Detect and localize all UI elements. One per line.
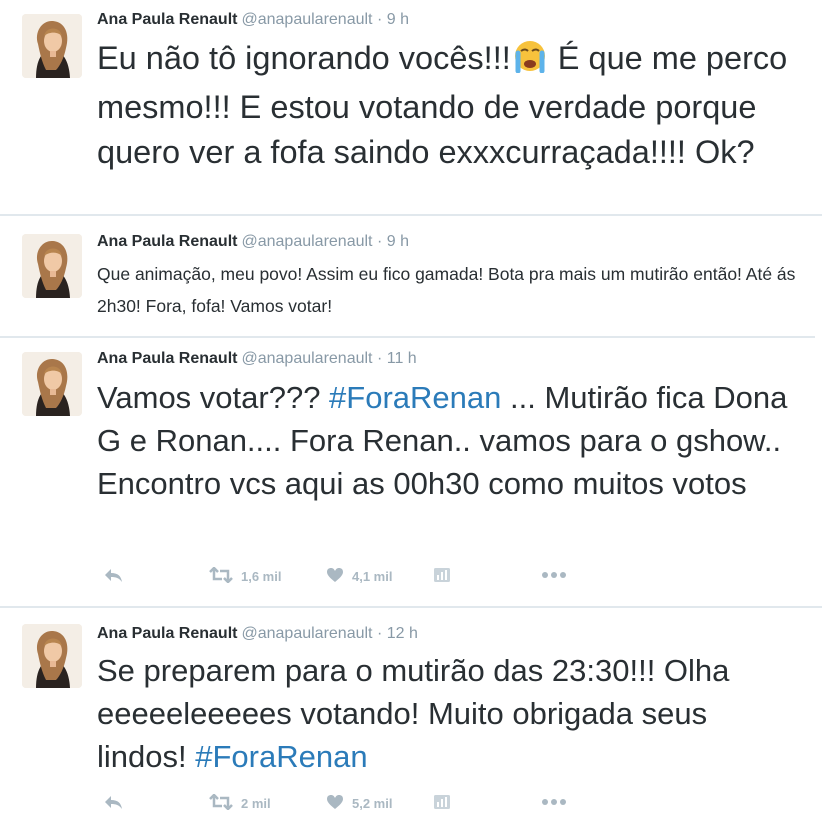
loudly-crying-face-icon bbox=[511, 39, 549, 85]
tweet-header: Ana Paula Renault @anapaularenault · 11 h bbox=[97, 350, 417, 368]
tweet-header: Ana Paula Renault @anapaularenault · 9 h bbox=[97, 233, 409, 251]
tweet-text: Vamos votar??? #ForaRenan ... Mutirão fi… bbox=[97, 380, 788, 501]
tweet-3[interactable]: Ana Paula Renault @anapaularenault · 11 h… bbox=[0, 338, 822, 606]
timestamp[interactable]: · 9 h bbox=[377, 11, 409, 28]
timestamp[interactable]: · 11 h bbox=[377, 350, 417, 367]
like-count: 4,1 mil bbox=[352, 569, 393, 584]
tweet-2[interactable]: Ana Paula Renault @anapaularenault · 9 h … bbox=[0, 216, 822, 336]
reply-button[interactable] bbox=[103, 794, 123, 813]
timestamp[interactable]: · 9 h bbox=[377, 233, 409, 250]
author-name[interactable]: Ana Paula Renault bbox=[97, 350, 237, 367]
more-button[interactable] bbox=[541, 567, 567, 582]
more-icon bbox=[541, 567, 567, 582]
analytics-icon bbox=[433, 567, 451, 586]
tweet-actions: 2 mil 5,2 mil bbox=[97, 793, 597, 816]
analytics-icon bbox=[433, 794, 451, 813]
tweet-header: Ana Paula Renault @anapaularenault · 12 h bbox=[97, 625, 418, 643]
like-button[interactable]: 4,1 mil bbox=[326, 567, 392, 586]
author-name[interactable]: Ana Paula Renault bbox=[97, 625, 237, 642]
tweet-actions: 1,6 mil 4,1 mil bbox=[97, 566, 597, 589]
hashtag-link[interactable]: #ForaRenan bbox=[329, 380, 501, 415]
reply-button[interactable] bbox=[103, 567, 123, 586]
analytics-button[interactable] bbox=[433, 567, 451, 586]
retweet-button[interactable]: 2 mil bbox=[209, 793, 271, 813]
retweet-icon bbox=[209, 793, 233, 813]
retweet-icon bbox=[209, 566, 233, 586]
reply-icon bbox=[103, 794, 123, 813]
tweet-text: Se preparem para o mutirão das 23:30!!! … bbox=[97, 653, 730, 774]
tweet-4[interactable]: Ana Paula Renault @anapaularenault · 12 h… bbox=[0, 608, 822, 822]
author-name[interactable]: Ana Paula Renault bbox=[97, 11, 237, 28]
analytics-button[interactable] bbox=[433, 794, 451, 813]
reply-icon bbox=[103, 567, 123, 586]
like-button[interactable]: 5,2 mil bbox=[326, 794, 392, 813]
heart-icon bbox=[326, 567, 344, 586]
avatar[interactable] bbox=[22, 14, 82, 78]
timestamp[interactable]: · 12 h bbox=[377, 625, 418, 642]
tweet-text: Eu não tô ignorando vocês!!! É que me pe… bbox=[97, 39, 788, 170]
tweet-text: Que animação, meu povo! Assim eu fico ga… bbox=[97, 264, 796, 316]
heart-icon bbox=[326, 794, 344, 813]
like-count: 5,2 mil bbox=[352, 796, 393, 811]
avatar[interactable] bbox=[22, 624, 82, 688]
avatar[interactable] bbox=[22, 234, 82, 298]
author-handle[interactable]: @anapaularenault bbox=[241, 233, 372, 250]
more-button[interactable] bbox=[541, 794, 567, 809]
author-handle[interactable]: @anapaularenault bbox=[241, 350, 372, 367]
retweet-count: 1,6 mil bbox=[241, 569, 282, 584]
tweet-1[interactable]: Ana Paula Renault @anapaularenault · 9 h … bbox=[0, 0, 822, 214]
tweet-header: Ana Paula Renault @anapaularenault · 9 h bbox=[97, 11, 409, 29]
author-handle[interactable]: @anapaularenault bbox=[241, 625, 372, 642]
avatar[interactable] bbox=[22, 352, 82, 416]
more-icon bbox=[541, 794, 567, 809]
retweet-count: 2 mil bbox=[241, 796, 271, 811]
author-handle[interactable]: @anapaularenault bbox=[241, 11, 372, 28]
author-name[interactable]: Ana Paula Renault bbox=[97, 233, 237, 250]
retweet-button[interactable]: 1,6 mil bbox=[209, 566, 282, 586]
hashtag-link[interactable]: #ForaRenan bbox=[195, 739, 367, 774]
